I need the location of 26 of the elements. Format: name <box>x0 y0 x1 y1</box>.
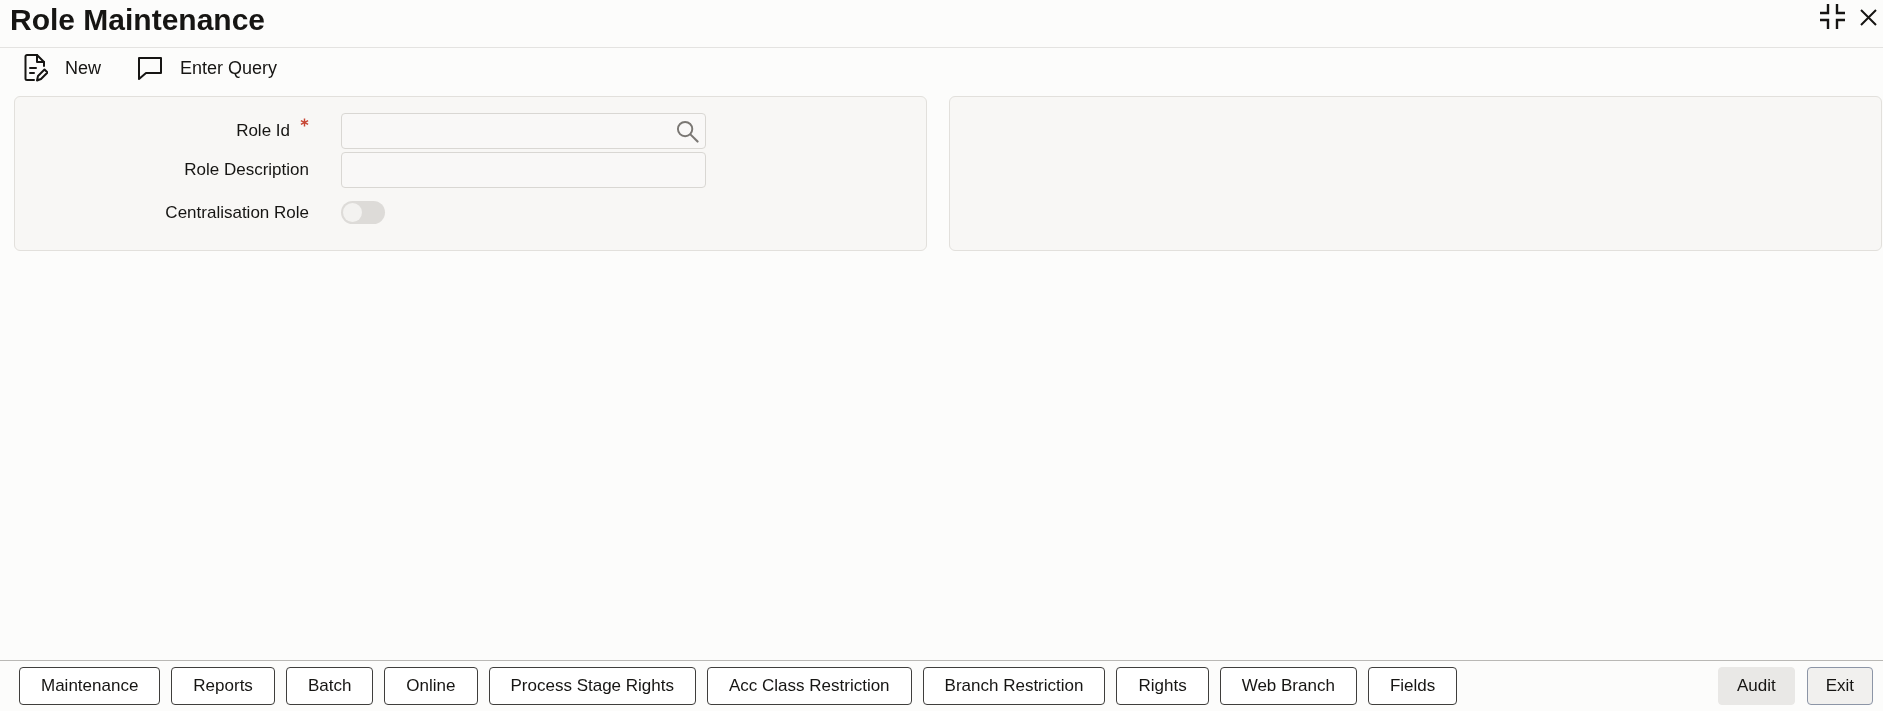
footer-button[interactable]: Acc Class Restriction <box>706 667 912 705</box>
footer-button[interactable]: Online <box>384 667 478 705</box>
document-edit-icon <box>24 54 48 82</box>
footer-button[interactable]: Branch Restriction <box>922 667 1106 705</box>
toggle-switch[interactable] <box>341 201 385 224</box>
audit-button[interactable]: Audit <box>1717 667 1795 705</box>
chat-bubble-icon <box>137 55 163 81</box>
footer-button[interactable]: Process Stage Rights <box>488 667 696 705</box>
footer-button[interactable]: Reports <box>171 667 275 705</box>
footer-button[interactable]: Maintenance <box>19 667 161 705</box>
exit-fullscreen-icon[interactable] <box>1818 3 1847 30</box>
page-title: Role Maintenance <box>10 2 266 38</box>
field-label: Role Description <box>184 160 309 180</box>
footer-button[interactable]: Web Branch <box>1219 667 1357 705</box>
close-icon[interactable] <box>1860 9 1877 26</box>
new-button[interactable]: New <box>24 54 101 82</box>
query-button[interactable]: Enter Query <box>137 55 278 81</box>
field-label: Role Id <box>236 121 290 141</box>
role-id-field[interactable] <box>341 113 706 149</box>
footer-button[interactable]: Rights <box>1116 667 1209 705</box>
footer-button[interactable]: Batch <box>285 667 374 705</box>
exit-button[interactable]: Exit <box>1806 667 1873 705</box>
field-label: Centralisation Role <box>165 202 309 223</box>
search-icon[interactable] <box>676 119 699 143</box>
footer-button[interactable]: Fields <box>1367 667 1458 705</box>
role-description-field[interactable] <box>341 152 706 188</box>
